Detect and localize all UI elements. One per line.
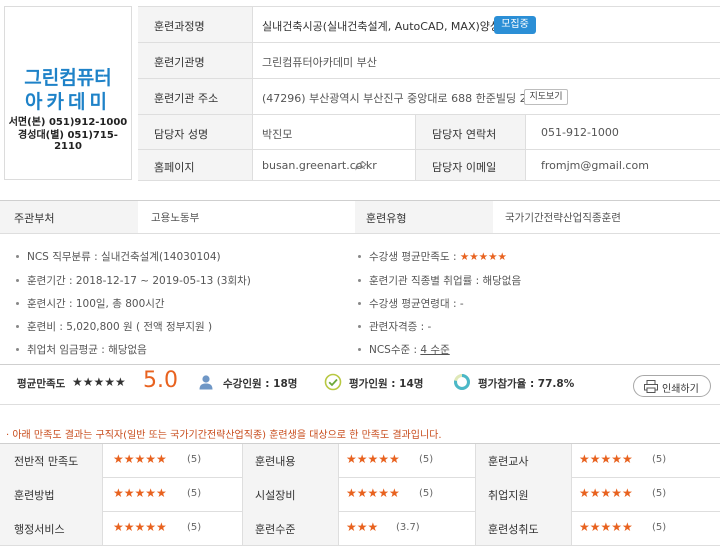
rating-stars-facility: ★★★★★ xyxy=(346,486,400,500)
rating-score-instructor: (5) xyxy=(652,454,667,465)
manager-email-label: 담당자 이메일 xyxy=(432,161,497,174)
rating-score-facility: (5) xyxy=(419,488,434,499)
rating-label-admin: 행정서비스 xyxy=(14,523,65,536)
ncs-level-row: NCS수준 : 4 수준 xyxy=(358,342,450,358)
rating-label-achievement: 훈련성취도 xyxy=(488,523,539,536)
course-name: 실내건축시공(실내건축설계, AutoCAD, MAX)양성과정 xyxy=(262,20,521,33)
satisfaction-notice: · 아래 만족도 결과는 구직자(일반 또는 국가기간전략산업직종) 훈련생을 … xyxy=(6,430,442,441)
rating-score-overall: (5) xyxy=(187,454,202,465)
rating-score-admin: (5) xyxy=(187,522,202,533)
course-info-panel: 그린컴퓨터 아카데미 서면(본) 051)912-1000 경성대(별) 051… xyxy=(0,0,720,186)
avg-satisfaction-score: 5.0 xyxy=(143,368,178,393)
view-map-button[interactable]: 지도보기 xyxy=(524,89,568,105)
rating-label-content: 훈련내용 xyxy=(255,455,296,468)
manager-name: 박진모 xyxy=(262,128,293,141)
rating-label-method: 훈련방법 xyxy=(14,489,55,502)
ncs-level-link[interactable]: 4 수준 xyxy=(420,344,449,356)
satisfaction-stars: ★★★★★ xyxy=(459,251,507,263)
rating-label-overall: 전반적 만족도 xyxy=(14,455,79,468)
rating-stars-achievement: ★★★★★ xyxy=(579,520,633,534)
rating-stars-method: ★★★★★ xyxy=(113,486,167,500)
org-address: (47296) 부산광역시 부산진구 중앙대로 688 한준빌딩 2층~6층 xyxy=(262,92,564,105)
manager-contact-label: 담당자 연락처 xyxy=(432,128,497,141)
training-type-label: 훈련유형 xyxy=(366,212,407,225)
rating-stars-job-support: ★★★★★ xyxy=(579,486,633,500)
manager-email: fromjm@gmail.com xyxy=(541,159,649,172)
training-type-value: 국가기간전략산업직종훈련 xyxy=(505,212,621,224)
participation-ring-icon xyxy=(454,374,470,390)
manager-name-label: 담당자 성명 xyxy=(154,128,209,141)
logo-line1: 그린컴퓨터 xyxy=(24,67,112,89)
enrolled-count: 수강인원 : 18명 xyxy=(223,378,298,390)
rating-stars-overall: ★★★★★ xyxy=(113,452,167,466)
rating-label-level: 훈련수준 xyxy=(255,523,296,536)
rating-label-instructor: 훈련교사 xyxy=(488,455,529,468)
avg-satisfaction-stars: ★★★★★ xyxy=(72,375,126,389)
rating-score-achievement: (5) xyxy=(652,522,667,533)
rating-label-job-support: 취업지원 xyxy=(488,489,529,502)
dept-label: 주관부처 xyxy=(14,212,55,225)
rating-score-content: (5) xyxy=(419,454,434,465)
course-name-label: 훈련과정명 xyxy=(154,20,205,33)
training-fee-row: 훈련비 : 5,020,800 원 ( 전액 정부지원 ) xyxy=(16,319,212,335)
rating-score-level: (3.7) xyxy=(396,522,420,533)
academy-logo: 그린컴퓨터 아카데미 서면(본) 051)912-1000 경성대(별) 051… xyxy=(4,6,132,180)
related-cert-row: 관련자격증 : - xyxy=(358,319,431,335)
logo-phone-branch: 경성대(별) 051)715-2110 xyxy=(18,130,118,152)
avg-age-row: 수강생 평균연령대 : - xyxy=(358,296,464,312)
print-button-label: 인쇄하기 xyxy=(662,384,699,395)
org-name: 그린컴퓨터아카데미 부산 xyxy=(262,56,377,69)
rating-stars-content: ★★★★★ xyxy=(346,452,400,466)
avg-wage-row: 취업처 임금평균 : 해당없음 xyxy=(16,342,147,358)
rating-score-method: (5) xyxy=(187,488,202,499)
org-name-label: 훈련기관명 xyxy=(154,56,205,69)
rating-stars-admin: ★★★★★ xyxy=(113,520,167,534)
org-address-label: 훈련기관 주소 xyxy=(154,92,219,105)
rating-score-job-support: (5) xyxy=(652,488,667,499)
rating-stars-level: ★★★ xyxy=(346,520,379,534)
rating-stars-instructor: ★★★★★ xyxy=(579,452,633,466)
student-satisfaction-row: 수강생 평균만족도 : ★★★★★ xyxy=(358,249,507,265)
external-link-icon[interactable] xyxy=(355,161,367,171)
participation-rate: 평가참가율 : 77.8% xyxy=(478,378,575,390)
training-period-row: 훈련기간 : 2018-12-17 ~ 2019-05-13 (3회차) xyxy=(16,273,251,289)
manager-contact: 051-912-1000 xyxy=(541,126,619,139)
printer-icon xyxy=(644,380,658,393)
avg-satisfaction-label: 평균만족도 xyxy=(17,378,66,390)
training-hours-row: 훈련시간 : 100일, 총 800시간 xyxy=(16,296,165,312)
recruiting-badge: 모집중 xyxy=(494,16,536,34)
homepage-label: 홈페이지 xyxy=(154,161,195,174)
ncs-job-row: NCS 직무분류 : 실내건축설계(14030104) xyxy=(16,249,221,265)
print-button[interactable]: 인쇄하기 xyxy=(633,375,711,397)
logo-line2: 아카데미 xyxy=(25,91,111,113)
person-icon xyxy=(199,375,213,390)
check-circle-icon xyxy=(324,373,342,391)
rated-count: 평가인원 : 14명 xyxy=(349,378,424,390)
dept-value: 고용노동부 xyxy=(151,212,200,224)
employment-rate-row: 훈련기관 직종별 취업률 : 해당없음 xyxy=(358,273,521,289)
rating-label-facility: 시설장비 xyxy=(255,489,296,502)
